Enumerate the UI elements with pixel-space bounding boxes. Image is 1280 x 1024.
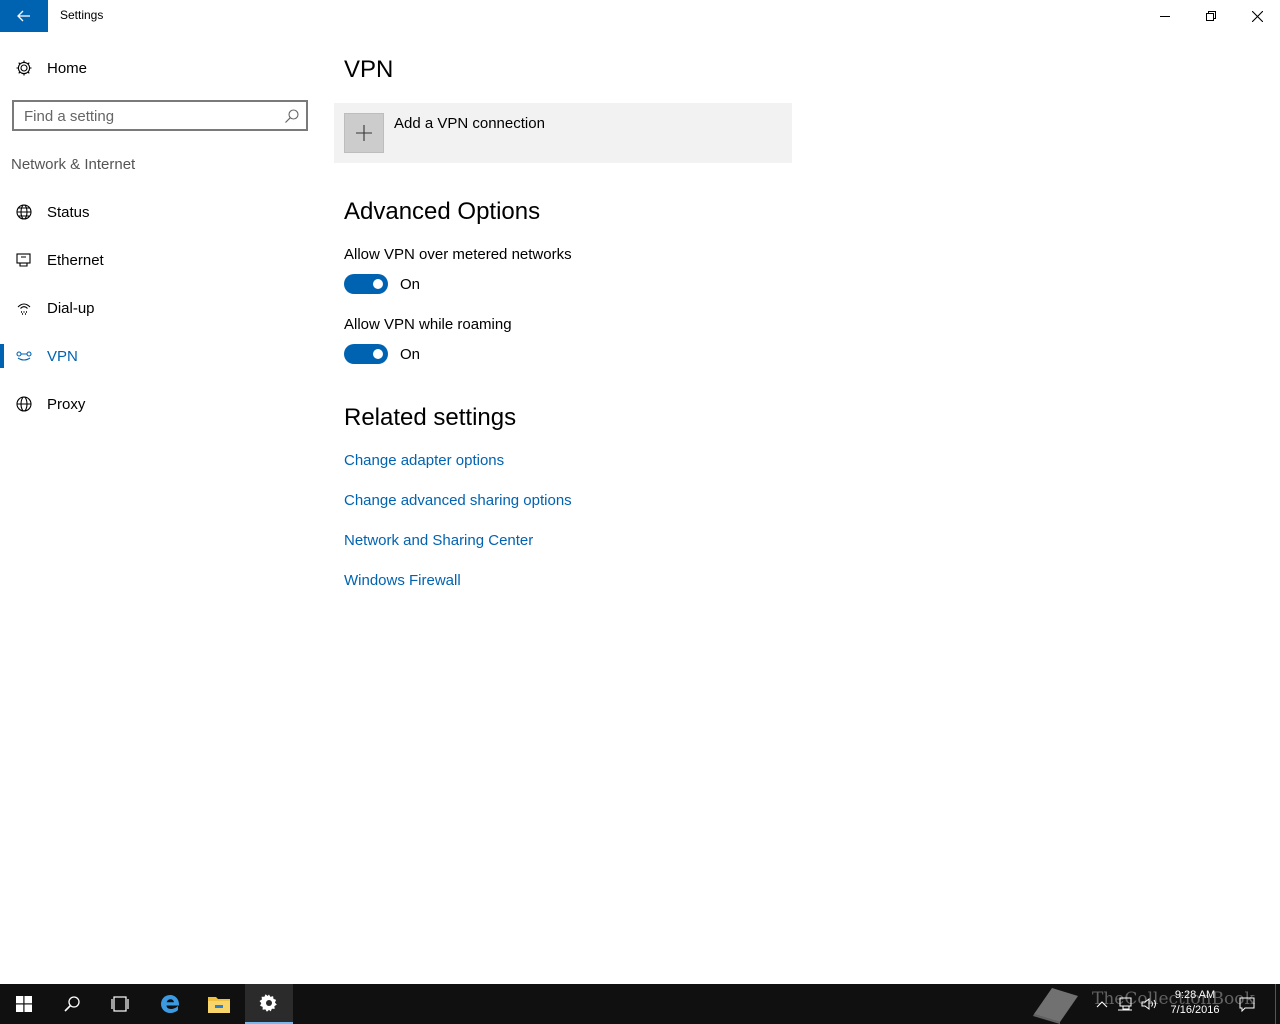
book-logo-icon	[1033, 988, 1078, 1024]
folder-icon	[208, 997, 230, 1013]
close-button[interactable]	[1234, 0, 1280, 32]
clock-date: 7/16/2016	[1170, 1004, 1220, 1016]
taskbar-edge-button[interactable]	[146, 984, 194, 1024]
link-network-sharing-center[interactable]: Network and Sharing Center	[344, 532, 533, 549]
taskbar: TheCollectionBook 9:28 AM 7/16/2016	[0, 984, 1280, 1024]
sidebar-item-label: Status	[47, 203, 90, 221]
vpn-icon	[14, 346, 34, 366]
minimize-button[interactable]	[1142, 0, 1188, 32]
taskbar-file-explorer-button[interactable]	[195, 984, 243, 1024]
close-icon	[1251, 10, 1263, 22]
restore-button[interactable]	[1188, 0, 1234, 32]
task-view-button[interactable]	[96, 984, 144, 1024]
search-box[interactable]	[12, 100, 308, 131]
toggle-knob	[373, 279, 383, 289]
sidebar-item-label: Dial-up	[47, 299, 95, 317]
start-button[interactable]	[0, 984, 48, 1024]
notification-icon	[1239, 997, 1255, 1012]
action-center-button[interactable]	[1236, 984, 1258, 1024]
gear-icon	[259, 994, 277, 1012]
plus-icon	[344, 113, 384, 153]
chevron-up-icon	[1096, 1001, 1108, 1008]
link-change-advanced-sharing[interactable]: Change advanced sharing options	[344, 492, 572, 509]
metered-option-label: Allow VPN over metered networks	[344, 246, 572, 263]
add-vpn-button[interactable]: Add a VPN connection	[334, 103, 792, 163]
volume-tray-button[interactable]	[1138, 984, 1162, 1024]
metered-toggle[interactable]	[344, 274, 388, 294]
window-title: Settings	[60, 8, 104, 22]
roaming-toggle[interactable]	[344, 344, 388, 364]
ethernet-icon	[14, 250, 34, 270]
sidebar: Home Network & Internet Status Ethernet	[0, 32, 320, 984]
link-change-adapter-options[interactable]: Change adapter options	[344, 452, 504, 469]
sidebar-item-home[interactable]: Home	[0, 50, 320, 86]
link-windows-firewall[interactable]: Windows Firewall	[344, 572, 461, 589]
back-button[interactable]	[0, 0, 48, 32]
advanced-options-heading: Advanced Options	[344, 198, 541, 225]
home-label: Home	[47, 59, 88, 77]
roaming-option-label: Allow VPN while roaming	[344, 316, 512, 333]
sidebar-item-status[interactable]: Status	[0, 192, 320, 232]
globe-status-icon	[14, 202, 34, 222]
show-hidden-icons-button[interactable]	[1092, 984, 1112, 1024]
title-bar: Settings	[0, 0, 1280, 32]
gear-icon	[14, 58, 34, 78]
taskbar-clock[interactable]: 9:28 AM 7/16/2016	[1160, 988, 1230, 1018]
search-icon	[64, 996, 80, 1012]
restore-icon	[1206, 11, 1216, 21]
active-indicator	[0, 344, 4, 368]
speaker-icon	[1141, 998, 1156, 1010]
task-view-icon	[111, 996, 129, 1012]
search-input[interactable]	[24, 106, 274, 126]
toggle-knob	[373, 349, 383, 359]
sidebar-item-proxy[interactable]: Proxy	[0, 384, 320, 424]
network-tray-button[interactable]	[1114, 984, 1136, 1024]
add-vpn-label: Add a VPN connection	[394, 115, 545, 132]
taskbar-settings-button[interactable]	[245, 984, 293, 1024]
edge-icon	[161, 995, 180, 1013]
globe-icon	[14, 394, 34, 414]
arrow-left-icon	[17, 10, 30, 22]
windows-logo-icon	[16, 996, 32, 1012]
sidebar-item-label: VPN	[47, 347, 78, 365]
roaming-toggle-state: On	[400, 346, 421, 363]
minimize-icon	[1160, 16, 1170, 17]
section-header: Network & Internet	[11, 156, 136, 173]
related-settings-heading: Related settings	[344, 404, 517, 431]
network-icon	[1118, 997, 1132, 1011]
sidebar-item-label: Proxy	[47, 395, 86, 413]
taskbar-search-button[interactable]	[48, 984, 96, 1024]
page-title: VPN	[344, 56, 394, 83]
dialup-icon	[14, 298, 34, 318]
main-content: VPN Add a VPN connection Advanced Option…	[334, 32, 1280, 984]
clock-time: 9:28 AM	[1174, 989, 1216, 1001]
metered-toggle-state: On	[400, 276, 421, 293]
sidebar-item-label: Ethernet	[47, 251, 104, 269]
sidebar-item-vpn[interactable]: VPN	[0, 336, 320, 376]
search-icon[interactable]	[284, 108, 300, 124]
sidebar-item-ethernet[interactable]: Ethernet	[0, 240, 320, 280]
sidebar-item-dialup[interactable]: Dial-up	[0, 288, 320, 328]
show-desktop-button[interactable]	[1275, 984, 1280, 1024]
